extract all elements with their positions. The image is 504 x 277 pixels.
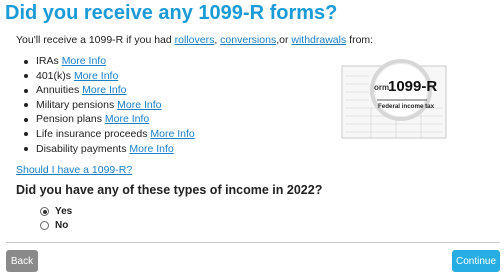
list-item-iras: IRAs More Info bbox=[24, 54, 195, 69]
list-item-401k: 401(k)s More Info bbox=[24, 69, 195, 84]
yes-radio[interactable] bbox=[40, 207, 49, 216]
no-label: No bbox=[55, 220, 69, 231]
yes-option[interactable]: Yes bbox=[40, 206, 72, 217]
income-question: Did you have any of these types of incom… bbox=[16, 183, 323, 197]
more-info-link-life-insurance[interactable]: More Info bbox=[150, 128, 194, 140]
more-info-link-disability[interactable]: More Info bbox=[129, 143, 173, 155]
income-type-list: IRAs More Info 401(k)s More Info Annuiti… bbox=[24, 54, 195, 156]
no-radio[interactable] bbox=[40, 221, 49, 230]
more-info-link-pension-plans[interactable]: More Info bbox=[105, 113, 149, 125]
conversions-link[interactable]: conversions bbox=[220, 34, 276, 46]
continue-button[interactable]: Continue bbox=[452, 250, 500, 272]
no-option[interactable]: No bbox=[40, 220, 68, 231]
more-info-link-military-pensions[interactable]: More Info bbox=[117, 99, 161, 111]
more-info-link-401k[interactable]: More Info bbox=[74, 70, 118, 82]
form-number-text: 1099-R bbox=[388, 78, 437, 95]
list-item-annuities: Annuities More Info bbox=[24, 83, 195, 98]
list-item-label: 401(k)s bbox=[36, 69, 72, 82]
list-item-military-pensions: Military pensions More Info bbox=[24, 98, 195, 113]
form-1099r-magnifier-illustration: orm 1099-R Federal income tax bbox=[341, 59, 447, 139]
should-i-have-1099r-link[interactable]: Should I have a 1099-R? bbox=[16, 164, 132, 176]
list-item-disability: Disability payments More Info bbox=[24, 142, 195, 157]
back-button[interactable]: Back bbox=[6, 250, 38, 272]
intro-suffix: from: bbox=[346, 34, 374, 46]
more-info-link-annuities[interactable]: More Info bbox=[82, 84, 126, 96]
form-prefix-text: orm bbox=[374, 83, 389, 92]
rollovers-link[interactable]: rollovers bbox=[175, 34, 215, 46]
intro-sep-2: ,or bbox=[276, 34, 292, 46]
list-item-pension-plans: Pension plans More Info bbox=[24, 112, 195, 127]
list-item-label: Disability payments bbox=[36, 142, 127, 155]
list-item-label: Military pensions bbox=[36, 98, 115, 111]
list-item-life-insurance: Life insurance proceeds More Info bbox=[24, 127, 195, 142]
withdrawals-link[interactable]: withdrawals bbox=[291, 34, 346, 46]
intro-text: You'll receive a 1099-R if you had rollo… bbox=[16, 34, 373, 46]
yes-label: Yes bbox=[55, 206, 73, 217]
footer-divider bbox=[6, 242, 500, 243]
more-info-link-iras[interactable]: More Info bbox=[62, 55, 106, 67]
list-item-label: Annuities bbox=[36, 84, 80, 97]
list-item-label: Pension plans bbox=[36, 113, 102, 126]
page-title: Did you receive any 1099-R forms? bbox=[5, 2, 338, 24]
form-caption-text: Federal income tax bbox=[378, 103, 435, 110]
list-item-label: Life insurance proceeds bbox=[36, 127, 148, 140]
intro-prefix: You'll receive a 1099-R if you had bbox=[16, 34, 175, 46]
list-item-label: IRAs bbox=[36, 55, 59, 67]
